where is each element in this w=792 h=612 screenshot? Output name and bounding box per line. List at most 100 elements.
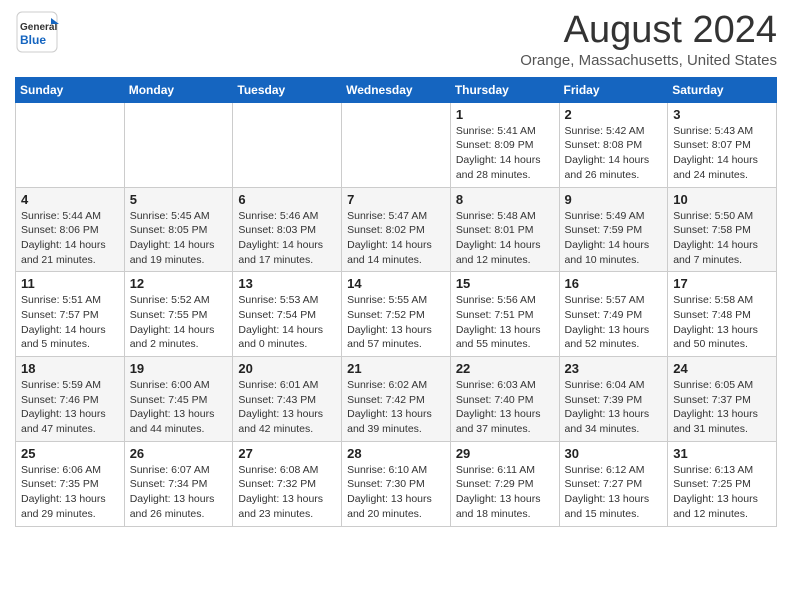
day-number: 2	[565, 107, 663, 122]
calendar-cell: 30Sunrise: 6:12 AMSunset: 7:27 PMDayligh…	[559, 441, 668, 526]
day-info: Sunrise: 5:42 AMSunset: 8:08 PMDaylight:…	[565, 124, 663, 183]
day-info: Sunrise: 6:12 AMSunset: 7:27 PMDaylight:…	[565, 463, 663, 522]
calendar-cell: 1Sunrise: 5:41 AMSunset: 8:09 PMDaylight…	[450, 102, 559, 187]
day-number: 29	[456, 446, 554, 461]
day-of-week-monday: Monday	[124, 77, 233, 102]
calendar-week-1: 1Sunrise: 5:41 AMSunset: 8:09 PMDaylight…	[16, 102, 777, 187]
calendar-table: SundayMondayTuesdayWednesdayThursdayFrid…	[15, 77, 777, 527]
page-header: General Blue August 2024 Orange, Massach…	[15, 10, 777, 69]
day-info: Sunrise: 6:02 AMSunset: 7:42 PMDaylight:…	[347, 378, 445, 437]
day-info: Sunrise: 5:56 AMSunset: 7:51 PMDaylight:…	[456, 293, 554, 352]
day-of-week-saturday: Saturday	[668, 77, 777, 102]
day-number: 9	[565, 192, 663, 207]
calendar-week-3: 11 Sunrise: 5:51 AMSunset: 7:57 PMDayligh…	[16, 272, 777, 357]
day-info: Sunrise: 6:00 AMSunset: 7:45 PMDaylight:…	[130, 378, 228, 437]
calendar-cell: 10Sunrise: 5:50 AMSunset: 7:58 PMDayligh…	[668, 187, 777, 272]
day-info: Sunrise: 6:06 AMSunset: 7:35 PMDaylight:…	[21, 463, 119, 522]
day-number: 1	[456, 107, 554, 122]
calendar-cell	[342, 102, 451, 187]
calendar-week-2: 4 Sunrise: 5:44 AMSunset: 8:06 PMDaylight…	[16, 187, 777, 272]
day-number: 4	[21, 192, 119, 207]
calendar-cell: 22 Sunrise: 6:03 AMSunset: 7:40 PMDayligh…	[450, 357, 559, 442]
calendar-cell	[233, 102, 342, 187]
calendar-body: 1Sunrise: 5:41 AMSunset: 8:09 PMDaylight…	[16, 102, 777, 526]
logo: General Blue	[15, 10, 61, 54]
calendar-cell: 23Sunrise: 6:04 AMSunset: 7:39 PMDayligh…	[559, 357, 668, 442]
month-title: August 2024	[520, 10, 777, 52]
calendar-cell: 8 Sunrise: 5:48 AMSunset: 8:01 PMDaylight…	[450, 187, 559, 272]
calendar-cell: 2 Sunrise: 5:42 AMSunset: 8:08 PMDaylight…	[559, 102, 668, 187]
day-info: Sunrise: 5:55 AMSunset: 7:52 PMDaylight:…	[347, 293, 445, 352]
day-info: Sunrise: 5:48 AMSunset: 8:01 PMDaylight:…	[456, 209, 554, 268]
calendar-cell: 3 Sunrise: 5:43 AMSunset: 8:07 PMDaylight…	[668, 102, 777, 187]
calendar-cell: 28Sunrise: 6:10 AMSunset: 7:30 PMDayligh…	[342, 441, 451, 526]
logo-icon: General Blue	[15, 10, 59, 54]
day-info: Sunrise: 6:07 AMSunset: 7:34 PMDaylight:…	[130, 463, 228, 522]
day-info: Sunrise: 5:51 AMSunset: 7:57 PMDaylight:…	[21, 293, 119, 352]
day-number: 21	[347, 361, 445, 376]
day-number: 5	[130, 192, 228, 207]
calendar-cell: 26 Sunrise: 6:07 AMSunset: 7:34 PMDayligh…	[124, 441, 233, 526]
day-number: 7	[347, 192, 445, 207]
calendar-header: SundayMondayTuesdayWednesdayThursdayFrid…	[16, 77, 777, 102]
day-info: Sunrise: 5:45 AMSunset: 8:05 PMDaylight:…	[130, 209, 228, 268]
day-of-week-friday: Friday	[559, 77, 668, 102]
day-info: Sunrise: 6:05 AMSunset: 7:37 PMDaylight:…	[673, 378, 771, 437]
day-number: 20	[238, 361, 336, 376]
calendar-cell: 11 Sunrise: 5:51 AMSunset: 7:57 PMDayligh…	[16, 272, 125, 357]
calendar-cell: 7Sunrise: 5:47 AMSunset: 8:02 PMDaylight…	[342, 187, 451, 272]
calendar-cell	[124, 102, 233, 187]
day-number: 23	[565, 361, 663, 376]
calendar-cell: 29 Sunrise: 6:11 AMSunset: 7:29 PMDayligh…	[450, 441, 559, 526]
calendar-cell: 18Sunrise: 5:59 AMSunset: 7:46 PMDayligh…	[16, 357, 125, 442]
calendar-cell: 6 Sunrise: 5:46 AMSunset: 8:03 PMDaylight…	[233, 187, 342, 272]
day-number: 12	[130, 276, 228, 291]
calendar-cell: 19 Sunrise: 6:00 AMSunset: 7:45 PMDayligh…	[124, 357, 233, 442]
day-info: Sunrise: 5:44 AMSunset: 8:06 PMDaylight:…	[21, 209, 119, 268]
location-subtitle: Orange, Massachusetts, United States	[520, 52, 777, 69]
day-info: Sunrise: 5:46 AMSunset: 8:03 PMDaylight:…	[238, 209, 336, 268]
calendar-cell: 20 Sunrise: 6:01 AMSunset: 7:43 PMDayligh…	[233, 357, 342, 442]
calendar-cell: 31Sunrise: 6:13 AMSunset: 7:25 PMDayligh…	[668, 441, 777, 526]
days-of-week-row: SundayMondayTuesdayWednesdayThursdayFrid…	[16, 77, 777, 102]
calendar-cell: 25Sunrise: 6:06 AMSunset: 7:35 PMDayligh…	[16, 441, 125, 526]
day-number: 15	[456, 276, 554, 291]
day-info: Sunrise: 5:58 AMSunset: 7:48 PMDaylight:…	[673, 293, 771, 352]
day-number: 8	[456, 192, 554, 207]
day-of-week-sunday: Sunday	[16, 77, 125, 102]
day-number: 6	[238, 192, 336, 207]
day-number: 24	[673, 361, 771, 376]
calendar-cell: 14 Sunrise: 5:55 AMSunset: 7:52 PMDayligh…	[342, 272, 451, 357]
day-info: Sunrise: 6:11 AMSunset: 7:29 PMDaylight:…	[456, 463, 554, 522]
day-number: 16	[565, 276, 663, 291]
calendar-cell: 15 Sunrise: 5:56 AMSunset: 7:51 PMDayligh…	[450, 272, 559, 357]
day-number: 31	[673, 446, 771, 461]
day-number: 27	[238, 446, 336, 461]
calendar-cell: 27Sunrise: 6:08 AMSunset: 7:32 PMDayligh…	[233, 441, 342, 526]
calendar-cell: 4 Sunrise: 5:44 AMSunset: 8:06 PMDaylight…	[16, 187, 125, 272]
calendar-cell	[16, 102, 125, 187]
day-info: Sunrise: 6:03 AMSunset: 7:40 PMDaylight:…	[456, 378, 554, 437]
day-info: Sunrise: 5:59 AMSunset: 7:46 PMDaylight:…	[21, 378, 119, 437]
day-number: 28	[347, 446, 445, 461]
calendar-cell: 16 Sunrise: 5:57 AMSunset: 7:49 PMDayligh…	[559, 272, 668, 357]
day-number: 3	[673, 107, 771, 122]
day-info: Sunrise: 5:43 AMSunset: 8:07 PMDaylight:…	[673, 124, 771, 183]
day-info: Sunrise: 5:57 AMSunset: 7:49 PMDaylight:…	[565, 293, 663, 352]
calendar-cell: 12Sunrise: 5:52 AMSunset: 7:55 PMDayligh…	[124, 272, 233, 357]
day-of-week-thursday: Thursday	[450, 77, 559, 102]
day-number: 11	[21, 276, 119, 291]
day-of-week-wednesday: Wednesday	[342, 77, 451, 102]
day-number: 13	[238, 276, 336, 291]
day-number: 26	[130, 446, 228, 461]
day-number: 19	[130, 361, 228, 376]
day-number: 14	[347, 276, 445, 291]
title-area: August 2024 Orange, Massachusetts, Unite…	[520, 10, 777, 69]
day-info: Sunrise: 6:01 AMSunset: 7:43 PMDaylight:…	[238, 378, 336, 437]
day-of-week-tuesday: Tuesday	[233, 77, 342, 102]
calendar-cell: 9Sunrise: 5:49 AMSunset: 7:59 PMDaylight…	[559, 187, 668, 272]
day-number: 22	[456, 361, 554, 376]
calendar-cell: 5 Sunrise: 5:45 AMSunset: 8:05 PMDaylight…	[124, 187, 233, 272]
svg-text:Blue: Blue	[20, 33, 46, 47]
calendar-cell: 21 Sunrise: 6:02 AMSunset: 7:42 PMDayligh…	[342, 357, 451, 442]
